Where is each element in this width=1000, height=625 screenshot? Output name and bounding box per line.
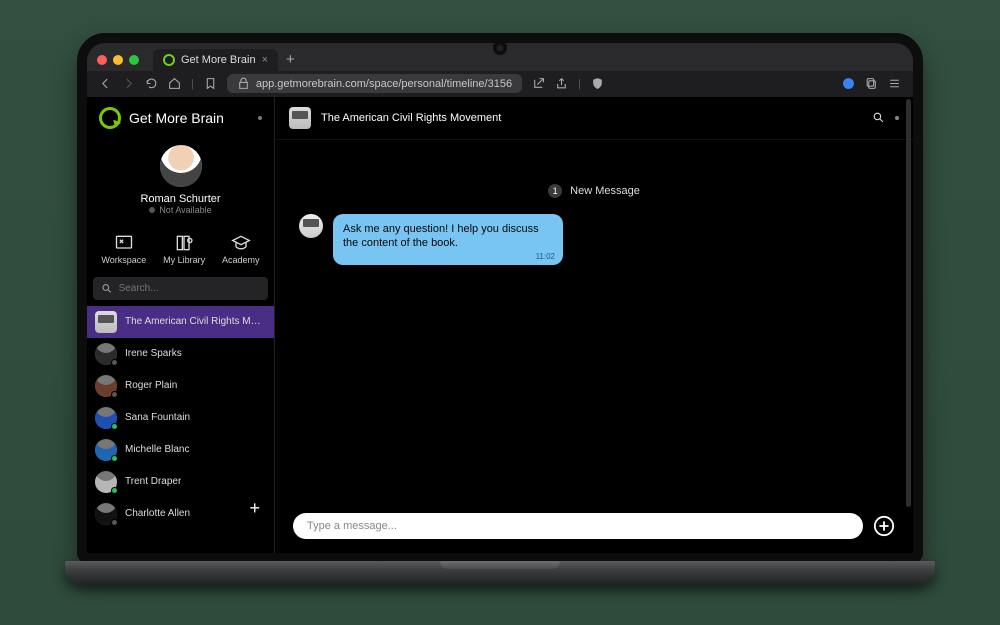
camera-notch xyxy=(496,44,504,52)
nav-workspace[interactable]: Workspace xyxy=(101,233,146,265)
laptop-base xyxy=(65,561,935,585)
avatar xyxy=(95,439,117,461)
main-panel: The American Civil Rights Movement 1 New… xyxy=(275,97,913,553)
chat-header: The American Civil Rights Movement xyxy=(275,97,913,140)
composer: Type a message... xyxy=(275,503,913,553)
list-item[interactable]: Michelle Blanc xyxy=(87,434,274,466)
conversation-list: The American Civil Rights Movement Irene … xyxy=(87,306,274,549)
nav-library[interactable]: My Library xyxy=(163,233,205,265)
browser-tab[interactable]: Get More Brain × xyxy=(153,49,278,71)
sidebar-search[interactable] xyxy=(93,277,268,300)
chat-search-icon[interactable] xyxy=(872,111,885,124)
forward-icon[interactable] xyxy=(122,77,135,90)
library-icon xyxy=(174,233,194,251)
list-item-label: Charlotte Allen xyxy=(125,508,190,519)
chat-header-title: The American Civil Rights Movement xyxy=(321,112,501,124)
profile-name: Roman Schurter xyxy=(87,193,274,205)
message-timestamp: 11:02 xyxy=(536,252,555,263)
presence-indicator xyxy=(111,391,118,398)
new-message-divider: 1 New Message xyxy=(299,184,889,198)
message-text: Ask me any question! I help you discuss … xyxy=(343,223,539,250)
laptop-mockup: Get More Brain × + | app.getmorebrain.co… xyxy=(65,33,935,593)
add-conversation-button[interactable]: + xyxy=(249,498,260,519)
chat-menu-icon[interactable] xyxy=(895,116,899,120)
presence-indicator xyxy=(111,423,118,430)
workspace-icon xyxy=(114,233,134,251)
list-item[interactable]: The American Civil Rights Movement xyxy=(87,306,274,338)
avatar xyxy=(95,407,117,429)
list-item[interactable]: Roger Plain xyxy=(87,370,274,402)
profile-status: Not Available xyxy=(87,205,274,215)
avatar xyxy=(95,471,117,493)
profile-block[interactable]: Roman Schurter Not Available xyxy=(87,139,274,225)
maximize-window-icon[interactable] xyxy=(129,55,139,65)
search-input[interactable] xyxy=(119,283,260,294)
chat-header-avatar xyxy=(289,107,311,129)
home-icon[interactable] xyxy=(168,77,181,90)
close-tab-icon[interactable]: × xyxy=(262,54,268,66)
reload-icon[interactable] xyxy=(145,77,158,90)
list-item-label: Sana Fountain xyxy=(125,412,190,423)
list-item-label: Michelle Blanc xyxy=(125,444,189,455)
avatar xyxy=(95,343,117,365)
chat-canvas: 1 New Message Ask me any question! I hel… xyxy=(275,140,913,503)
list-item-label: The American Civil Rights Movement xyxy=(125,316,266,327)
shield-icon[interactable] xyxy=(591,77,604,90)
bookmark-icon[interactable] xyxy=(204,77,217,90)
favicon-icon xyxy=(163,54,175,66)
message-bubble[interactable]: Ask me any question! I help you discuss … xyxy=(333,214,563,266)
lock-icon xyxy=(237,77,250,90)
back-icon[interactable] xyxy=(99,77,112,90)
tab-title: Get More Brain xyxy=(181,54,256,66)
avatar xyxy=(95,503,117,525)
presence-indicator xyxy=(111,359,118,366)
profile-avatar xyxy=(160,145,202,187)
message-avatar xyxy=(299,214,323,238)
presence-indicator xyxy=(111,455,118,462)
new-tab-button[interactable]: + xyxy=(286,51,295,68)
list-item-label: Roger Plain xyxy=(125,380,177,391)
nav-workspace-label: Workspace xyxy=(101,255,146,265)
minimize-window-icon[interactable] xyxy=(113,55,123,65)
list-item[interactable]: Sana Fountain xyxy=(87,402,274,434)
book-icon xyxy=(95,311,117,333)
list-item[interactable]: Trent Draper xyxy=(87,466,274,498)
brand-menu-icon[interactable] xyxy=(258,116,262,120)
nav-row: Workspace My Library Academy xyxy=(87,225,274,277)
message-row: Ask me any question! I help you discuss … xyxy=(299,214,889,266)
new-message-count: 1 xyxy=(548,184,562,198)
search-icon xyxy=(101,282,113,295)
avatar xyxy=(95,375,117,397)
list-item[interactable]: Charlotte Allen xyxy=(87,498,274,530)
close-window-icon[interactable] xyxy=(97,55,107,65)
url-text: app.getmorebrain.com/space/personal/time… xyxy=(256,78,512,90)
app-root: Get More Brain Roman Schurter Not Availa… xyxy=(87,97,913,553)
presence-indicator xyxy=(111,487,118,494)
menu-icon[interactable] xyxy=(888,77,901,90)
new-message-label: New Message xyxy=(570,185,640,197)
presence-indicator xyxy=(111,519,118,526)
info-icon[interactable] xyxy=(842,77,855,90)
scrollbar[interactable] xyxy=(906,99,911,507)
list-item-label: Trent Draper xyxy=(125,476,181,487)
nav-academy-label: Academy xyxy=(222,255,260,265)
window-controls[interactable] xyxy=(97,55,145,65)
brand-title: Get More Brain xyxy=(129,110,250,126)
address-bar[interactable]: app.getmorebrain.com/space/personal/time… xyxy=(227,74,522,93)
brand-logo-icon xyxy=(99,107,121,129)
open-external-icon[interactable] xyxy=(532,77,545,90)
list-item[interactable]: Irene Sparks xyxy=(87,338,274,370)
composer-add-button[interactable] xyxy=(873,515,895,537)
share-icon[interactable] xyxy=(555,77,568,90)
nav-library-label: My Library xyxy=(163,255,205,265)
nav-academy[interactable]: Academy xyxy=(222,233,260,265)
list-item-label: Irene Sparks xyxy=(125,348,182,359)
brand-row: Get More Brain xyxy=(87,97,274,139)
academy-icon xyxy=(231,233,251,251)
copy-icon[interactable] xyxy=(865,77,878,90)
sidebar: Get More Brain Roman Schurter Not Availa… xyxy=(87,97,275,553)
composer-input[interactable]: Type a message... xyxy=(293,513,863,539)
